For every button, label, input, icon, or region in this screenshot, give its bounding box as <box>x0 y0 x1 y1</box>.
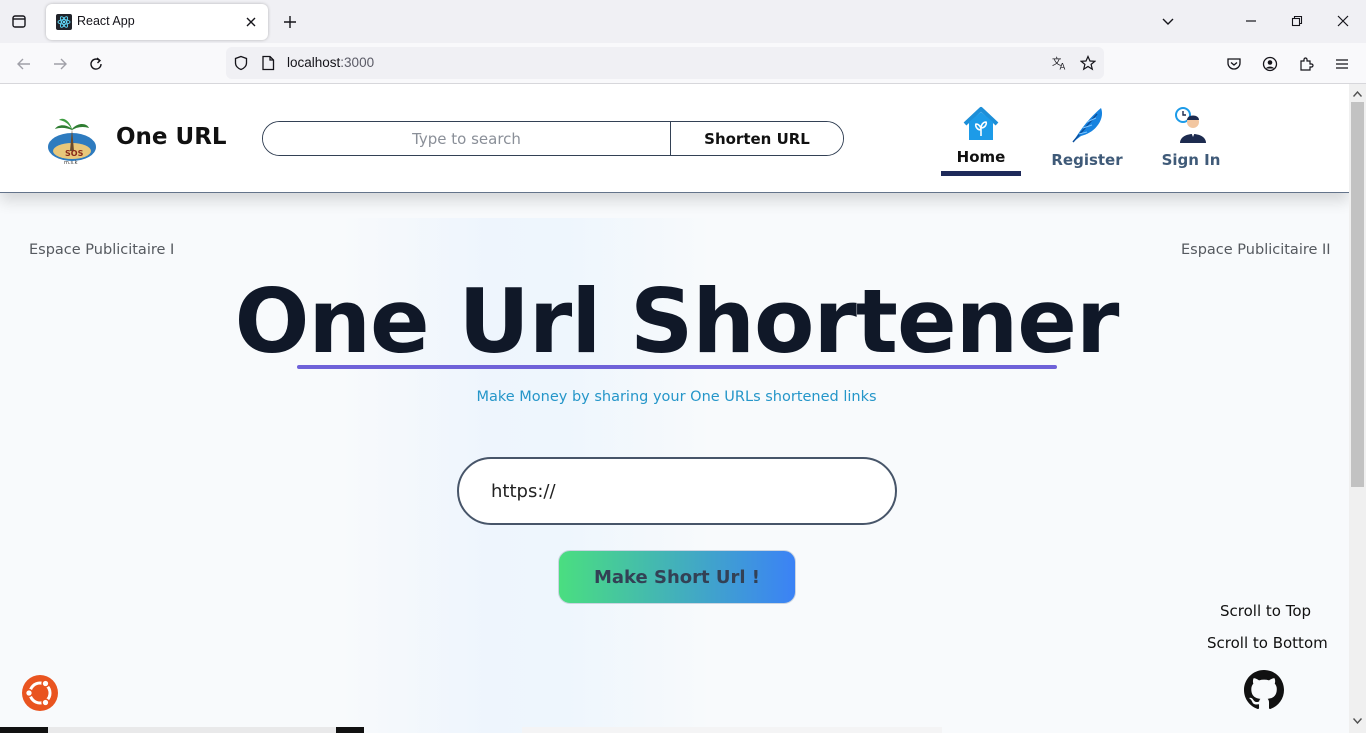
svg-text:m.s.k: m.s.k <box>64 160 78 165</box>
new-tab-icon[interactable] <box>280 12 300 32</box>
translate-icon[interactable]: 文A <box>1052 55 1068 71</box>
account-icon[interactable] <box>1259 53 1281 75</box>
browser-tabstrip: React App <box>0 0 1366 43</box>
browser-navbar: localhost:3000 文A <box>0 43 1366 84</box>
tab-title: React App <box>77 14 135 28</box>
hero-title-underline <box>297 365 1057 369</box>
github-icon[interactable] <box>1244 670 1284 710</box>
list-all-tabs-icon[interactable] <box>1158 11 1178 31</box>
scroll-down-arrow-icon[interactable] <box>1351 714 1364 727</box>
hero-title: One Url Shortener <box>234 270 1120 373</box>
svg-text:SOS: SOS <box>65 149 84 158</box>
nav-home[interactable]: Home <box>941 106 1021 176</box>
make-short-url-button[interactable]: Make Short Url ! <box>558 550 796 604</box>
hero-subtitle: Make Money by sharing your One URLs shor… <box>476 389 877 405</box>
home-icon <box>963 107 999 140</box>
pocket-icon[interactable] <box>1223 53 1245 75</box>
search-form: Shorten URL <box>262 121 844 156</box>
page-content: SOS m.s.k One URL Shorten URL Home <box>0 84 1349 733</box>
forward-icon[interactable] <box>49 53 71 75</box>
url-text: localhost:3000 <box>287 55 375 70</box>
site-header: SOS m.s.k One URL Shorten URL Home <box>0 84 1349 193</box>
taskbar-edge <box>0 727 942 733</box>
bookmark-star-icon[interactable] <box>1080 55 1096 71</box>
scrollbar-thumb[interactable] <box>1351 102 1364 487</box>
ad-space-left[interactable]: Espace Publicitaire I <box>29 242 174 258</box>
shorten-url-button[interactable]: Shorten URL <box>670 122 843 155</box>
long-url-input[interactable] <box>457 457 897 525</box>
nav-home-label: Home <box>956 148 1006 166</box>
nav-sign-in[interactable]: Sign In <box>1156 106 1226 176</box>
address-bar[interactable]: localhost:3000 文A <box>226 47 1104 79</box>
active-indicator <box>941 171 1021 176</box>
close-window-icon[interactable] <box>1333 11 1353 31</box>
nav-register[interactable]: Register <box>1046 106 1128 176</box>
nav-sign-in-label: Sign In <box>1161 151 1221 169</box>
svg-text:A: A <box>1060 62 1066 71</box>
search-input[interactable] <box>263 122 670 155</box>
page-info-icon[interactable] <box>260 55 276 71</box>
nav-register-label: Register <box>1051 151 1123 169</box>
brand-title[interactable]: One URL <box>116 124 227 150</box>
extensions-icon[interactable] <box>1295 53 1317 75</box>
feather-icon <box>1072 108 1103 143</box>
tab-list-icon[interactable] <box>10 12 28 30</box>
browser-tab-active[interactable]: React App <box>46 4 268 40</box>
restore-icon[interactable] <box>1287 11 1307 31</box>
logo-island-icon[interactable]: SOS m.s.k <box>45 111 99 165</box>
ad-space-right[interactable]: Espace Publicitaire II <box>1181 242 1331 258</box>
scroll-to-bottom-link[interactable]: Scroll to Bottom <box>1207 634 1328 652</box>
reload-icon[interactable] <box>85 53 107 75</box>
react-favicon-icon <box>56 14 72 30</box>
ubuntu-icon <box>22 675 58 711</box>
tab-close-icon[interactable] <box>242 13 260 31</box>
scroll-to-top-link[interactable]: Scroll to Top <box>1220 602 1311 620</box>
menu-icon[interactable] <box>1331 53 1353 75</box>
shield-icon[interactable] <box>233 55 249 71</box>
back-icon[interactable] <box>13 53 35 75</box>
user-clock-icon <box>1175 107 1206 143</box>
scroll-up-arrow-icon[interactable] <box>1351 87 1364 100</box>
minimize-icon[interactable] <box>1241 11 1261 31</box>
